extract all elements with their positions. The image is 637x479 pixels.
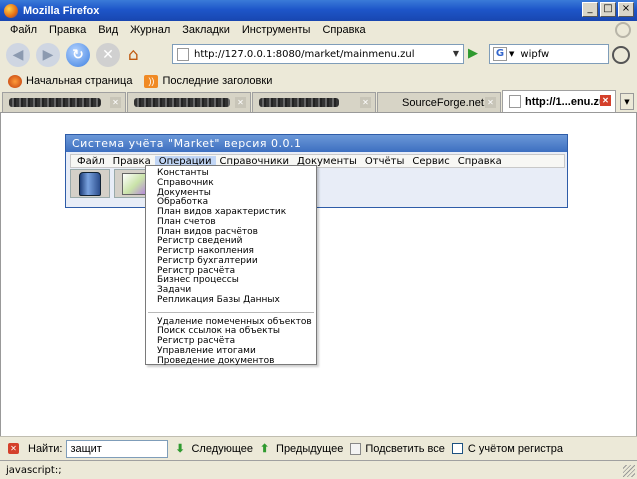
close-tab-icon[interactable]: ✕ bbox=[360, 97, 371, 108]
dropdown-item-db-replication[interactable]: Репликация Базы Данных bbox=[146, 295, 316, 306]
chevron-down-icon[interactable]: ▼ bbox=[509, 50, 514, 58]
reload-button[interactable]: ↻ bbox=[66, 43, 90, 67]
search-input[interactable]: wipfw bbox=[520, 49, 549, 60]
status-text: javascript:; bbox=[6, 464, 62, 476]
forward-button[interactable]: ▶ bbox=[36, 43, 60, 67]
throbber-icon bbox=[615, 22, 631, 38]
close-button[interactable]: × bbox=[618, 2, 634, 17]
find-input[interactable]: защит bbox=[66, 439, 169, 458]
search-engine-icon[interactable]: G bbox=[493, 47, 507, 61]
match-case-checkbox[interactable]: С учётом регистра bbox=[451, 442, 564, 455]
tab-active[interactable]: http://1...enu.zul ✕ bbox=[502, 90, 616, 112]
page-content: Система учёта "Market" версия 0.0.1 Файл… bbox=[0, 113, 637, 436]
app-menu-reports[interactable]: Отчёты bbox=[361, 156, 408, 167]
menu-tools[interactable]: Инструменты bbox=[236, 24, 317, 36]
resize-grip-icon[interactable] bbox=[623, 465, 635, 477]
highlight-all-label: Подсветить все bbox=[365, 442, 445, 455]
menu-history[interactable]: Журнал bbox=[124, 24, 176, 36]
tab-list-button[interactable]: ▼ bbox=[620, 93, 634, 110]
url-dropdown-icon[interactable]: ▼ bbox=[449, 45, 463, 63]
window-title: Mozilla Firefox bbox=[23, 4, 100, 17]
rss-icon: )) bbox=[144, 74, 159, 88]
window-controls: _ □ × bbox=[582, 2, 634, 17]
close-tab-icon[interactable]: ✕ bbox=[485, 97, 496, 108]
menu-view[interactable]: Вид bbox=[92, 24, 124, 36]
obscured-tab-title bbox=[9, 98, 101, 107]
firefox-icon bbox=[4, 3, 18, 18]
maximize-button[interactable]: □ bbox=[600, 2, 616, 17]
bin-icon bbox=[79, 171, 101, 196]
bookmark-label: Последние заголовки bbox=[162, 75, 273, 87]
close-findbar-icon[interactable]: ✕ bbox=[8, 443, 19, 454]
menu-file[interactable]: Файл bbox=[4, 24, 43, 36]
app-menu-help[interactable]: Справка bbox=[454, 156, 506, 167]
obscured-tab-title bbox=[134, 98, 230, 107]
files-icon bbox=[122, 172, 146, 195]
find-previous-button[interactable]: ⬆ Предыдущее bbox=[260, 443, 343, 455]
arrow-down-icon: ⬇ bbox=[175, 442, 185, 455]
minimize-button[interactable]: _ bbox=[582, 2, 598, 17]
highlight-all-button[interactable]: Подсветить все bbox=[350, 442, 445, 455]
app-menu-service[interactable]: Сервис bbox=[408, 156, 453, 167]
menu-bookmarks[interactable]: Закладки bbox=[176, 24, 236, 36]
bookmark-latest-headlines[interactable]: )) Последние заголовки bbox=[144, 74, 273, 88]
find-next-button[interactable]: ⬇ Следующее bbox=[175, 443, 253, 455]
dropdown-item-post-documents[interactable]: Проведение документов bbox=[146, 356, 316, 367]
back-button[interactable]: ◀ bbox=[6, 43, 30, 67]
go-button[interactable]: ▶ bbox=[468, 47, 482, 61]
page-icon bbox=[177, 47, 189, 61]
search-bar[interactable]: G ▼ wipfw bbox=[489, 44, 609, 64]
stop-button[interactable]: ✕ bbox=[96, 43, 120, 67]
operations-dropdown: Константы Справочник Документы Обработка… bbox=[145, 165, 317, 365]
app-window-caption: Система учёта "Market" версия 0.0.1 bbox=[66, 135, 567, 152]
tab-3[interactable]: ✕ bbox=[252, 92, 376, 112]
browser-menubar: Файл Правка Вид Журнал Закладки Инструме… bbox=[0, 21, 637, 39]
tab-label: http://1...enu.zul bbox=[525, 95, 609, 108]
find-previous-label: Предыдущее bbox=[276, 442, 344, 455]
checkbox-icon[interactable] bbox=[451, 443, 463, 454]
page-icon bbox=[509, 95, 521, 108]
home-button[interactable]: ⌂ bbox=[128, 45, 150, 65]
find-next-label: Следующее bbox=[191, 442, 254, 455]
close-tab-icon[interactable]: ✕ bbox=[235, 97, 246, 108]
find-bar: ✕ Найти: защит ⬇ Следующее ⬆ Предыдущее … bbox=[0, 436, 637, 460]
url-text: http://127.0.0.1:8080/market/mainmenu.zu… bbox=[194, 48, 415, 60]
tab-1[interactable]: ✕ bbox=[2, 92, 126, 112]
url-bar[interactable]: http://127.0.0.1:8080/market/mainmenu.zu… bbox=[172, 44, 464, 64]
tab-sourceforge[interactable]: SourceForge.net... ✕ bbox=[377, 92, 501, 112]
highlight-icon bbox=[350, 442, 362, 455]
search-icon[interactable] bbox=[612, 46, 630, 64]
arrow-up-icon: ⬆ bbox=[260, 442, 270, 455]
bookmarks-toolbar: Начальная страница )) Последние заголовк… bbox=[0, 71, 637, 91]
status-bar: javascript:; bbox=[0, 460, 637, 479]
bookmark-home[interactable]: Начальная страница bbox=[8, 74, 133, 88]
bookmark-label: Начальная страница bbox=[26, 75, 133, 87]
obscured-tab-title bbox=[259, 98, 339, 107]
close-tab-icon[interactable]: ✕ bbox=[600, 95, 611, 106]
match-case-label: С учётом регистра bbox=[467, 442, 564, 455]
app-menu-file[interactable]: Файл bbox=[73, 156, 109, 167]
app-toolbar-button-1[interactable] bbox=[70, 169, 110, 198]
dropdown-separator bbox=[148, 311, 314, 313]
title-bar: Mozilla Firefox _ □ × bbox=[0, 0, 637, 21]
tab-bar: ✕ ✕ ✕ SourceForge.net... ✕ http://1...en… bbox=[0, 90, 637, 113]
tab-label: SourceForge.net... bbox=[402, 96, 494, 109]
find-label: Найти: bbox=[28, 442, 63, 455]
menu-edit[interactable]: Правка bbox=[43, 24, 92, 36]
menu-help[interactable]: Справка bbox=[316, 24, 371, 36]
firefox-icon bbox=[8, 74, 22, 88]
close-tab-icon[interactable]: ✕ bbox=[110, 97, 121, 108]
navigation-toolbar: ◀ ▶ ↻ ✕ ⌂ http://127.0.0.1:8080/market/m… bbox=[0, 39, 637, 71]
tab-2[interactable]: ✕ bbox=[127, 92, 251, 112]
